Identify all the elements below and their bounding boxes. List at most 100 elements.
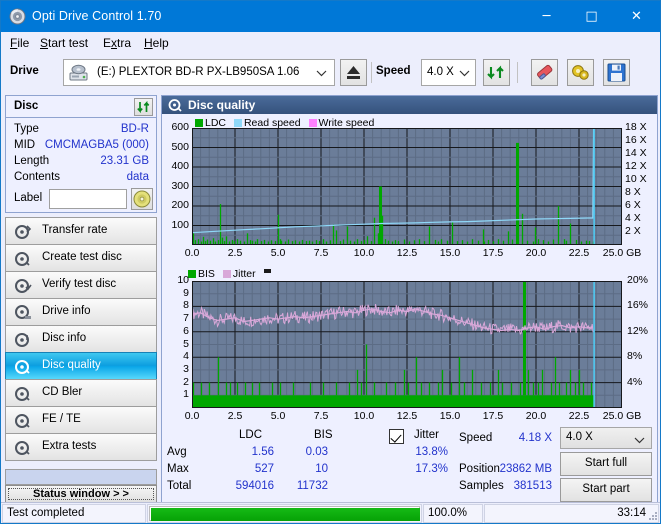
ldc-y2-tick: 14 X [625, 147, 647, 159]
sidebar-item-extra-tests[interactable]: Extra tests [5, 433, 157, 461]
disc-row-type: Type BD-R [6, 123, 156, 139]
bis-y-tick: 6 [183, 324, 189, 337]
bis-y-tick: 10 [177, 274, 189, 286]
sidebar-item-label: FE / TE [42, 413, 81, 425]
disc-bler-icon [14, 385, 32, 403]
ldc-y-tick: 400 [171, 160, 189, 172]
test-speed-select[interactable]: 4.0 X [560, 427, 652, 449]
sidebar-item-disc-info[interactable]: Disc info [5, 325, 157, 353]
disc-row-length: Length 23.31 GB [6, 155, 156, 171]
toolbar-separator-1 [371, 62, 372, 83]
jitter-checkbox[interactable] [389, 429, 404, 444]
drive-select[interactable]: (E:) PLEXTOR BD-R PX-LB950SA 1.06 [63, 59, 335, 86]
settings-button[interactable] [567, 59, 594, 86]
bis-jitter-chart-canvas [191, 281, 623, 408]
stats-col-ldc: LDC [239, 429, 263, 441]
status-bar: Test completed 100.0% 33:14 [1, 502, 660, 523]
sidebar-item-verify-test-disc[interactable]: Verify test disc [5, 271, 157, 299]
close-button[interactable]: ✕ [614, 1, 659, 32]
ldc-y-tick: 100 [171, 218, 189, 231]
sidebar-item-label: Extra tests [42, 440, 97, 452]
sidebar-item-label: CD Bler [42, 386, 83, 398]
stats-max-jitter: 17.3% [415, 463, 448, 475]
sidebar-item-label: Drive info [42, 305, 91, 317]
status-elapsed: 33:14 [617, 507, 646, 519]
disc-row-key: Contents [14, 171, 61, 183]
label-input[interactable] [49, 189, 127, 209]
legend-label-bis: BIS [198, 268, 215, 280]
sidebar-item-fe-te[interactable]: FE / TE [5, 406, 157, 434]
ldc-chart [191, 127, 623, 245]
start-full-button[interactable]: Start full [560, 452, 652, 476]
disc-transfer-icon [14, 223, 32, 241]
sidebar-item-label: Verify test disc [42, 278, 117, 290]
stats-row-total: Total [167, 480, 192, 492]
stats-total-ldc: 594016 [235, 480, 274, 492]
maximize-button[interactable]: □ [569, 1, 614, 32]
disc-quality-icon [168, 98, 183, 112]
legend-swatch-ldc [195, 119, 203, 127]
ldc-y2-tick: 10 X [625, 173, 647, 185]
bis-y-tick: 2 [183, 375, 189, 388]
start-part-button[interactable]: Start part [560, 478, 652, 502]
bis-y-tick: 5 [183, 337, 189, 350]
disc-panel: Disc Type BD-R MID CMCMAGBA5 (000) Lengt… [5, 95, 157, 213]
bis-y-tick: 4 [183, 350, 189, 363]
minimize-button[interactable]: ─ [524, 1, 569, 32]
panel-header: Disc quality [162, 96, 657, 114]
refresh-button[interactable] [483, 59, 510, 86]
bis-y-tick: 9 [183, 286, 189, 299]
sidebar-item-transfer-rate[interactable]: Transfer rate [5, 217, 157, 245]
sidebar-item-create-test-disc[interactable]: Create test disc [5, 244, 157, 272]
speed-label: Speed [376, 65, 411, 77]
legend-swatch-jitter [222, 270, 231, 278]
drive-value: (E:) PLEXTOR BD-R PX-LB950SA 1.06 [97, 66, 300, 78]
sidebar-item-disc-quality[interactable]: Disc quality [5, 352, 157, 380]
menu-help[interactable]: Help [141, 36, 172, 52]
close-icon: ✕ [631, 9, 642, 24]
menu-file[interactable]: File [7, 36, 32, 52]
application-window: Opti Drive Control 1.70 ─ □ ✕ File Start… [0, 0, 661, 524]
disc-label-row: Label [6, 188, 156, 212]
erase-button[interactable] [531, 59, 558, 86]
disc-row-mid: MID CMCMAGBA5 (000) [6, 139, 156, 155]
bis-x-tick: 25.0 GB [602, 410, 642, 422]
disc-refresh-button[interactable] [134, 98, 153, 116]
menu-start-test[interactable]: Start test [37, 36, 91, 52]
speed-select[interactable]: 4.0 X [421, 59, 476, 86]
chevron-down-icon [316, 68, 327, 77]
ldc-y-tick: 300 [171, 179, 189, 192]
drive-toolbar: Drive (E:) PLEXTOR BD-R PX-LB950SA 1.06 [1, 55, 660, 91]
disc-row-key: MID [14, 139, 36, 151]
disc-panel-header: Disc [6, 96, 156, 118]
disc-panel-title: Disc [14, 100, 39, 112]
ldc-y2-tick: 16 X [625, 134, 647, 146]
ldc-y2-tick: 2 X [625, 225, 641, 237]
menu-extra[interactable]: Extra [100, 36, 134, 52]
legend-swatch-write-speed [308, 119, 317, 127]
speed-value: 4.0 X [427, 66, 454, 78]
legend-label-jitter: Jitter [232, 268, 256, 280]
bis-y2-tick: 8% [627, 350, 643, 363]
bis-y-tick: 8 [183, 299, 189, 312]
stats-speed-value: 4.18 X [518, 432, 552, 444]
disc-label-button[interactable] [131, 188, 153, 210]
window-title: Opti Drive Control 1.70 [32, 9, 162, 23]
disc-fete-icon [14, 412, 32, 430]
floppy-save-icon [607, 63, 626, 82]
eraser-icon [537, 64, 553, 80]
ldc-y2-tick: 12 X [625, 160, 647, 172]
ldc-x-tick: 25.0 GB [602, 247, 642, 259]
eject-button[interactable] [340, 59, 367, 86]
bis-chart-legend: BIS Jitter [188, 268, 271, 280]
sidebar-item-label: Create test disc [42, 251, 122, 263]
save-button[interactable] [603, 59, 630, 86]
sidebar-item-drive-info[interactable]: Drive info [5, 298, 157, 326]
status-window-button[interactable]: Status window > > [5, 485, 157, 503]
bis-y2-tick: 4% [627, 375, 643, 388]
resize-grip[interactable] [647, 510, 658, 521]
stats-panel: LDC BIS Jitter Avg Max Total 1.56 527 59… [162, 426, 657, 502]
legend-swatch-bis [188, 270, 196, 278]
sidebar-item-label: Disc info [42, 332, 87, 344]
sidebar-item-cd-bler[interactable]: CD Bler [5, 379, 157, 407]
